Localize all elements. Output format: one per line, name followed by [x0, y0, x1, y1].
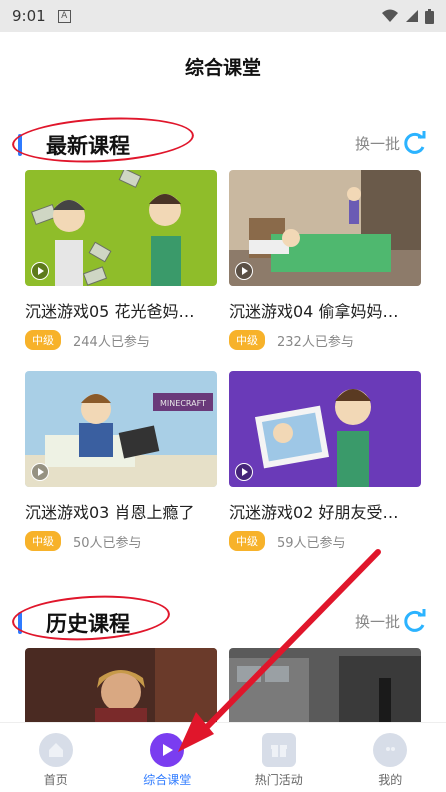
course-meta: 中级 244人已参与: [25, 330, 217, 350]
bottom-tab-bar: 首页 综合课堂 热门活动 我的: [0, 722, 446, 792]
course-thumbnail[interactable]: [229, 371, 421, 487]
course-card[interactable]: 沉迷游戏04 偷拿妈妈… 中级 232人已参与: [229, 170, 421, 350]
course-card[interactable]: 沉迷游戏02 好朋友受… 中级 59人已参与: [229, 371, 421, 551]
course-card[interactable]: MINECRAFT 沉迷游戏03 肖恩上瘾了 中级 50人已参与: [25, 371, 217, 551]
gift-icon: [261, 733, 296, 767]
app-header: 综合课堂: [0, 32, 446, 100]
tab-home[interactable]: 首页: [0, 723, 112, 792]
signal-icon: [406, 10, 418, 22]
refresh-icon: [404, 131, 426, 154]
level-badge: 中级: [229, 330, 265, 350]
tab-label: 首页: [43, 773, 68, 787]
level-badge: 中级: [25, 330, 61, 350]
profile-icon: [373, 733, 408, 767]
minecraft-sign-text: MINECRAFT: [160, 399, 206, 408]
play-icon: [31, 262, 49, 280]
cartoon-illustration: [229, 170, 421, 286]
course-thumbnail[interactable]: [229, 170, 421, 286]
refresh-icon: [404, 609, 426, 632]
play-icon: [31, 463, 49, 481]
course-title: 沉迷游戏03 肖恩上瘾了: [25, 503, 195, 522]
participant-count: 50人已参与: [73, 535, 142, 551]
history-course-card[interactable]: [229, 648, 421, 722]
status-icons: [381, 8, 434, 24]
course-meta: 中级 50人已参与: [25, 531, 217, 551]
status-bar: 9:01 A: [0, 0, 446, 32]
tab-label: 综合课堂: [143, 773, 192, 787]
participant-count: 244人已参与: [73, 334, 150, 350]
refresh-label: 换一批: [354, 134, 400, 153]
course-meta: 中级 232人已参与: [229, 330, 421, 350]
notification-icon: A: [57, 9, 71, 23]
refresh-label: 换一批: [354, 612, 400, 631]
course-thumbnail[interactable]: [229, 648, 421, 722]
course-card[interactable]: 沉迷游戏05 花光爸妈… 中级 244人已参与: [25, 170, 217, 350]
level-badge: 中级: [229, 531, 265, 551]
play-icon: [235, 262, 253, 280]
section-title-latest: 最新课程: [46, 134, 130, 158]
cartoon-illustration: [25, 170, 217, 286]
history-course-card[interactable]: [25, 648, 217, 722]
play-icon: [150, 733, 185, 767]
participant-count: 232人已参与: [277, 334, 354, 350]
refresh-button-history[interactable]: 换一批: [355, 608, 428, 634]
section-history-header: 历史课程 换一批: [0, 591, 446, 645]
course-title: 沉迷游戏05 花光爸妈…: [25, 302, 195, 321]
play-icon: [235, 463, 253, 481]
refresh-button-latest[interactable]: 换一批: [355, 130, 428, 156]
film-still-image: [25, 648, 217, 722]
tab-profile[interactable]: 我的: [335, 723, 446, 792]
section-title-history: 历史课程: [46, 612, 130, 636]
level-badge: 中级: [25, 531, 61, 551]
course-title: 沉迷游戏02 好朋友受…: [229, 503, 399, 522]
home-icon: [38, 733, 73, 767]
participant-count: 59人已参与: [277, 535, 346, 551]
course-thumbnail[interactable]: [25, 170, 217, 286]
tab-label: 我的: [378, 773, 403, 787]
film-still-image: [229, 648, 421, 722]
tab-activities[interactable]: 热门活动: [223, 723, 335, 792]
battery-icon: [425, 8, 434, 24]
status-time: 9:01: [12, 7, 46, 25]
tab-classroom[interactable]: 综合课堂: [112, 723, 224, 792]
course-meta: 中级 59人已参与: [229, 531, 421, 551]
section-latest-header: 最新课程 换一批: [0, 113, 446, 167]
tab-label: 热门活动: [254, 773, 303, 787]
course-thumbnail[interactable]: MINECRAFT: [25, 371, 217, 487]
page-title: 综合课堂: [184, 56, 261, 79]
course-title: 沉迷游戏04 偷拿妈妈…: [229, 302, 399, 321]
course-thumbnail[interactable]: [25, 648, 217, 722]
wifi-icon: [382, 9, 398, 22]
cartoon-illustration: [229, 371, 421, 487]
cartoon-illustration: MINECRAFT: [25, 371, 217, 487]
